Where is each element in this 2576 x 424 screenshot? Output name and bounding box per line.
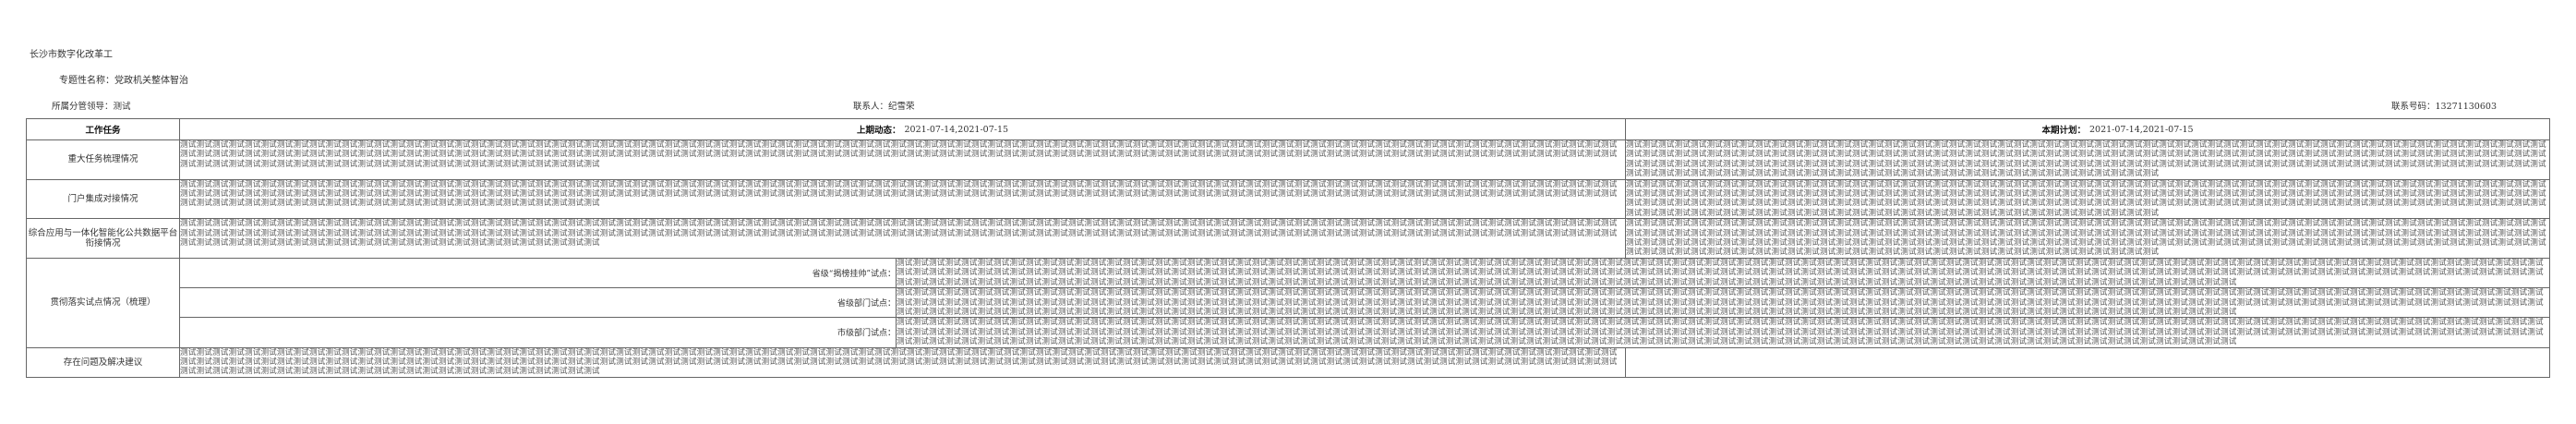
division-info: 所属分管领导：测试: [52, 102, 131, 112]
subtask-cell: 测试测试测试测试测试测试测试测试测试测试测试测试测试测试测试测试测试测试测试测试…: [896, 257, 2550, 289]
header-last-period: 上期动态： 2021-07-14,2021-07-15: [179, 118, 1626, 140]
subtask-label: 省级“揭榜挂帅”试点：: [179, 257, 897, 289]
report-table: 工作任务 上期动态： 2021-07-14,2021-07-15 本期计划： 2…: [26, 118, 2550, 378]
last-period-cell: 测试测试测试测试测试测试测试测试测试测试测试测试测试测试测试测试测试测试测试测试…: [179, 178, 1626, 220]
contact-phone: 联系号码：13271130603: [2391, 102, 2497, 112]
header-last-label: 上期动态：: [856, 126, 901, 136]
subtask-cell: 测试测试测试测试测试测试测试测试测试测试测试测试测试测试测试测试测试测试测试测试…: [896, 287, 2550, 319]
table-row: 存在问题及解决建议 测试测试测试测试测试测试测试测试测试测试测试测试测试测试测试…: [26, 346, 2550, 378]
table-row: 门户集成对接情况 测试测试测试测试测试测试测试测试测试测试测试测试测试测试测试测…: [26, 178, 2550, 220]
table-row: 综合应用与一体化智能化公共数据平台衔接情况 测试测试测试测试测试测试测试测试测试…: [26, 218, 2550, 259]
info-row: 所属分管领导：测试 联系人：纪雪荣 联系号码：13271130603: [0, 99, 2576, 112]
contact-person: 联系人：纪雪荣: [853, 102, 915, 112]
subtask-cell: 测试测试测试测试测试测试测试测试测试测试测试测试测试测试测试测试测试测试测试测试…: [896, 317, 2550, 348]
header-next-period: 本期计划： 2021-07-14,2021-07-15: [1625, 118, 2550, 140]
next-period-cell: 测试测试测试测试测试测试测试测试测试测试测试测试测试测试测试测试测试测试测试测试…: [1625, 139, 2550, 180]
header-next-label: 本期计划：: [2041, 126, 2086, 136]
header-task: 工作任务: [26, 118, 180, 140]
subtask-label: 市级部门试点：: [179, 317, 897, 348]
next-period-cell: 测试测试测试测试测试测试测试测试测试测试测试测试测试测试测试测试测试测试测试测试…: [1625, 178, 2550, 220]
table-row: 重大任务梳理情况 测试测试测试测试测试测试测试测试测试测试测试测试测试测试测试测…: [26, 139, 2550, 180]
table-row: 省级部门试点： 测试测试测试测试测试测试测试测试测试测试测试测试测试测试测试测试…: [27, 287, 2550, 319]
task-label: 门户集成对接情况: [26, 178, 180, 220]
task-label: 综合应用与一体化智能化公共数据平台衔接情况: [26, 218, 180, 259]
document-title: 长沙市数字化改革工: [30, 50, 113, 60]
next-period-cell: [1625, 346, 2550, 378]
table-header-row: 工作任务 上期动态： 2021-07-14,2021-07-15 本期计划： 2…: [26, 118, 2550, 140]
last-period-cell: 测试测试测试测试测试测试测试测试测试测试测试测试测试测试测试测试测试测试测试测试…: [179, 346, 1626, 378]
topic-name: 专题性名称：党政机关整体智治: [59, 76, 188, 86]
table-row: 贯彻落实试点情况（梳理） 省级“揭榜挂帅”试点： 测试测试测试测试测试测试测试测…: [26, 257, 2550, 348]
header-next-range: 2021-07-14,2021-07-15: [2089, 124, 2194, 135]
header-last-range: 2021-07-14,2021-07-15: [904, 124, 1009, 135]
subtask-label: 省级部门试点：: [179, 287, 897, 319]
last-period-cell: 测试测试测试测试测试测试测试测试测试测试测试测试测试测试测试测试测试测试测试测试…: [179, 218, 1626, 259]
last-period-cell: 测试测试测试测试测试测试测试测试测试测试测试测试测试测试测试测试测试测试测试测试…: [179, 139, 1626, 180]
task-label: 重大任务梳理情况: [26, 139, 180, 180]
table-row: 市级部门试点： 测试测试测试测试测试测试测试测试测试测试测试测试测试测试测试测试…: [27, 317, 2550, 348]
next-period-cell: 测试测试测试测试测试测试测试测试测试测试测试测试测试测试测试测试测试测试测试测试…: [1625, 218, 2550, 259]
task-label: 存在问题及解决建议: [26, 346, 180, 378]
task-label: 贯彻落实试点情况（梳理）: [26, 257, 180, 348]
